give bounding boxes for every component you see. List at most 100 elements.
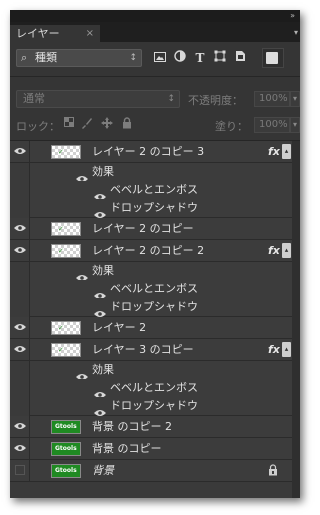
- layers-list: ✓ レイヤー 2 のコピー 3 fx ▴ 効果 ベベルとエンボス ドロップシャド…: [10, 141, 300, 498]
- opacity-label: 不透明度：: [188, 94, 243, 107]
- fx-icon[interactable]: fx: [268, 240, 280, 262]
- eye-icon: [14, 147, 26, 155]
- layer-row[interactable]: ✓ レイヤー 2 のコピー 3 fx ▴: [10, 141, 292, 163]
- layer-name[interactable]: レイヤー 2: [92, 317, 146, 339]
- tab-close-icon[interactable]: ×: [86, 25, 94, 42]
- layer-name[interactable]: レイヤー 2 のコピー: [92, 218, 194, 240]
- layer-row[interactable]: ✓ レイヤー 2: [10, 317, 292, 339]
- layer-row[interactable]: ✓ レイヤー 3 のコピー fx ▴: [10, 339, 292, 361]
- fill-label: 塗り：: [215, 120, 248, 133]
- type-filter-icon[interactable]: T: [192, 50, 208, 66]
- lock-all-icon[interactable]: [120, 117, 134, 131]
- effects-group[interactable]: 効果: [29, 262, 292, 281]
- visibility-toggle[interactable]: [10, 460, 30, 481]
- effect-bevel[interactable]: ベベルとエンボス: [29, 379, 292, 398]
- divider: [10, 76, 300, 77]
- layer-name[interactable]: レイヤー 2 のコピー 3: [92, 141, 204, 163]
- eye-icon: [14, 246, 26, 254]
- layer-row[interactable]: Gtools 背景: [10, 460, 292, 482]
- layer-thumbnail: ✓: [51, 343, 81, 357]
- tab-layers[interactable]: レイヤー ×: [10, 25, 100, 42]
- smartobject-filter-icon[interactable]: [232, 50, 248, 66]
- lock-icon: [268, 464, 278, 479]
- effect-label: ドロップシャドウ: [110, 300, 198, 313]
- visibility-toggle[interactable]: [10, 416, 30, 437]
- eye-icon: [14, 444, 26, 452]
- collapse-panel-icon[interactable]: »: [290, 10, 295, 22]
- thumbnail-mark: ✓: [58, 346, 64, 354]
- eye-icon[interactable]: [94, 204, 106, 218]
- fx-icon[interactable]: fx: [268, 141, 280, 163]
- layer-row[interactable]: ✓ レイヤー 2 のコピー: [10, 218, 292, 240]
- layers-scrollbar[interactable]: [292, 141, 300, 498]
- effect-label: ベベルとエンボス: [110, 381, 198, 394]
- effects-group[interactable]: 効果: [29, 361, 292, 380]
- fill-field[interactable]: 100%: [254, 117, 290, 133]
- eye-cell-spacer: [10, 280, 30, 298]
- eye-icon[interactable]: [76, 168, 88, 182]
- blend-mode-value: 通常: [23, 92, 45, 105]
- filter-kind-label: 種類: [35, 51, 57, 64]
- effect-bevel[interactable]: ベベルとエンボス: [29, 181, 292, 200]
- lock-image-pixels-icon[interactable]: [80, 117, 94, 131]
- layer-name[interactable]: 背景 のコピー 2: [92, 416, 172, 438]
- layer-thumbnail: ✓: [51, 145, 81, 159]
- eye-icon[interactable]: [94, 285, 106, 299]
- layers-panel: » レイヤー × ▾ ⌕ 種類 ↕ T 通常 ↕ 不透明度： 100% ▾ ロッ…: [10, 10, 300, 498]
- effects-label: 効果: [92, 264, 114, 277]
- adjustment-filter-icon[interactable]: [172, 50, 188, 66]
- filter-toggle[interactable]: [262, 48, 284, 68]
- layer-name[interactable]: 背景 のコピー: [92, 438, 162, 460]
- filter-kind-select[interactable]: ⌕ 種類 ↕: [16, 49, 142, 67]
- effects-group[interactable]: 効果: [29, 163, 292, 182]
- effect-drop-shadow[interactable]: ドロップシャドウ: [29, 298, 292, 317]
- effect-bevel[interactable]: ベベルとエンボス: [29, 280, 292, 299]
- fx-icon[interactable]: fx: [268, 339, 280, 361]
- visibility-toggle[interactable]: [10, 218, 30, 239]
- shape-filter-icon[interactable]: [212, 50, 228, 66]
- effect-label: ドロップシャドウ: [110, 399, 198, 412]
- fx-expand-icon[interactable]: ▴: [282, 243, 291, 258]
- lock-transparent-pixels-icon[interactable]: [62, 117, 76, 131]
- visibility-toggle[interactable]: [10, 438, 30, 459]
- layer-row[interactable]: ✓ レイヤー 2 のコピー 2 fx ▴: [10, 240, 292, 262]
- opacity-field[interactable]: 100%: [254, 91, 290, 107]
- panel-menu-icon[interactable]: ▾: [294, 28, 298, 37]
- layer-name[interactable]: レイヤー 2 のコピー 2: [92, 240, 204, 262]
- eye-icon[interactable]: [94, 186, 106, 200]
- eye-icon[interactable]: [94, 402, 106, 416]
- effect-drop-shadow[interactable]: ドロップシャドウ: [29, 199, 292, 218]
- fx-expand-icon[interactable]: ▴: [282, 342, 291, 357]
- eye-cell-spacer: [10, 199, 30, 218]
- layer-name[interactable]: レイヤー 3 のコピー: [92, 339, 194, 361]
- layer-name[interactable]: 背景: [92, 460, 114, 482]
- search-icon: ⌕: [21, 51, 28, 64]
- opacity-dropdown-icon[interactable]: ▾: [290, 91, 300, 107]
- visibility-toggle[interactable]: [10, 339, 30, 360]
- fill-dropdown-icon[interactable]: ▾: [290, 117, 300, 133]
- visibility-toggle[interactable]: [10, 141, 30, 162]
- eye-cell-spacer: [10, 262, 30, 280]
- effect-drop-shadow[interactable]: ドロップシャドウ: [29, 397, 292, 416]
- eye-icon[interactable]: [94, 384, 106, 398]
- eye-cell-spacer: [10, 379, 30, 397]
- eye-icon[interactable]: [76, 267, 88, 281]
- eye-icon: [14, 323, 26, 331]
- select-arrows-icon: ↕: [129, 53, 137, 63]
- eye-icon[interactable]: [76, 366, 88, 380]
- eye-cell-spacer: [10, 361, 30, 379]
- fx-expand-icon[interactable]: ▴: [282, 144, 291, 159]
- visibility-toggle[interactable]: [10, 240, 30, 261]
- layer-row[interactable]: Gtools 背景 のコピー 2: [10, 416, 292, 438]
- thumbnail-mark: ✓: [58, 225, 64, 233]
- eye-cell-spacer: [10, 298, 30, 317]
- layer-row[interactable]: Gtools 背景 のコピー: [10, 438, 292, 460]
- select-arrows-icon: ↕: [167, 94, 175, 104]
- eye-icon[interactable]: [94, 303, 106, 317]
- image-filter-icon[interactable]: [152, 50, 168, 66]
- blend-mode-select[interactable]: 通常 ↕: [16, 90, 180, 108]
- visibility-toggle[interactable]: [10, 317, 30, 338]
- lock-position-icon[interactable]: [100, 117, 114, 131]
- layer-thumbnail: Gtools: [51, 420, 81, 434]
- thumbnail-mark: Gtools: [55, 445, 77, 452]
